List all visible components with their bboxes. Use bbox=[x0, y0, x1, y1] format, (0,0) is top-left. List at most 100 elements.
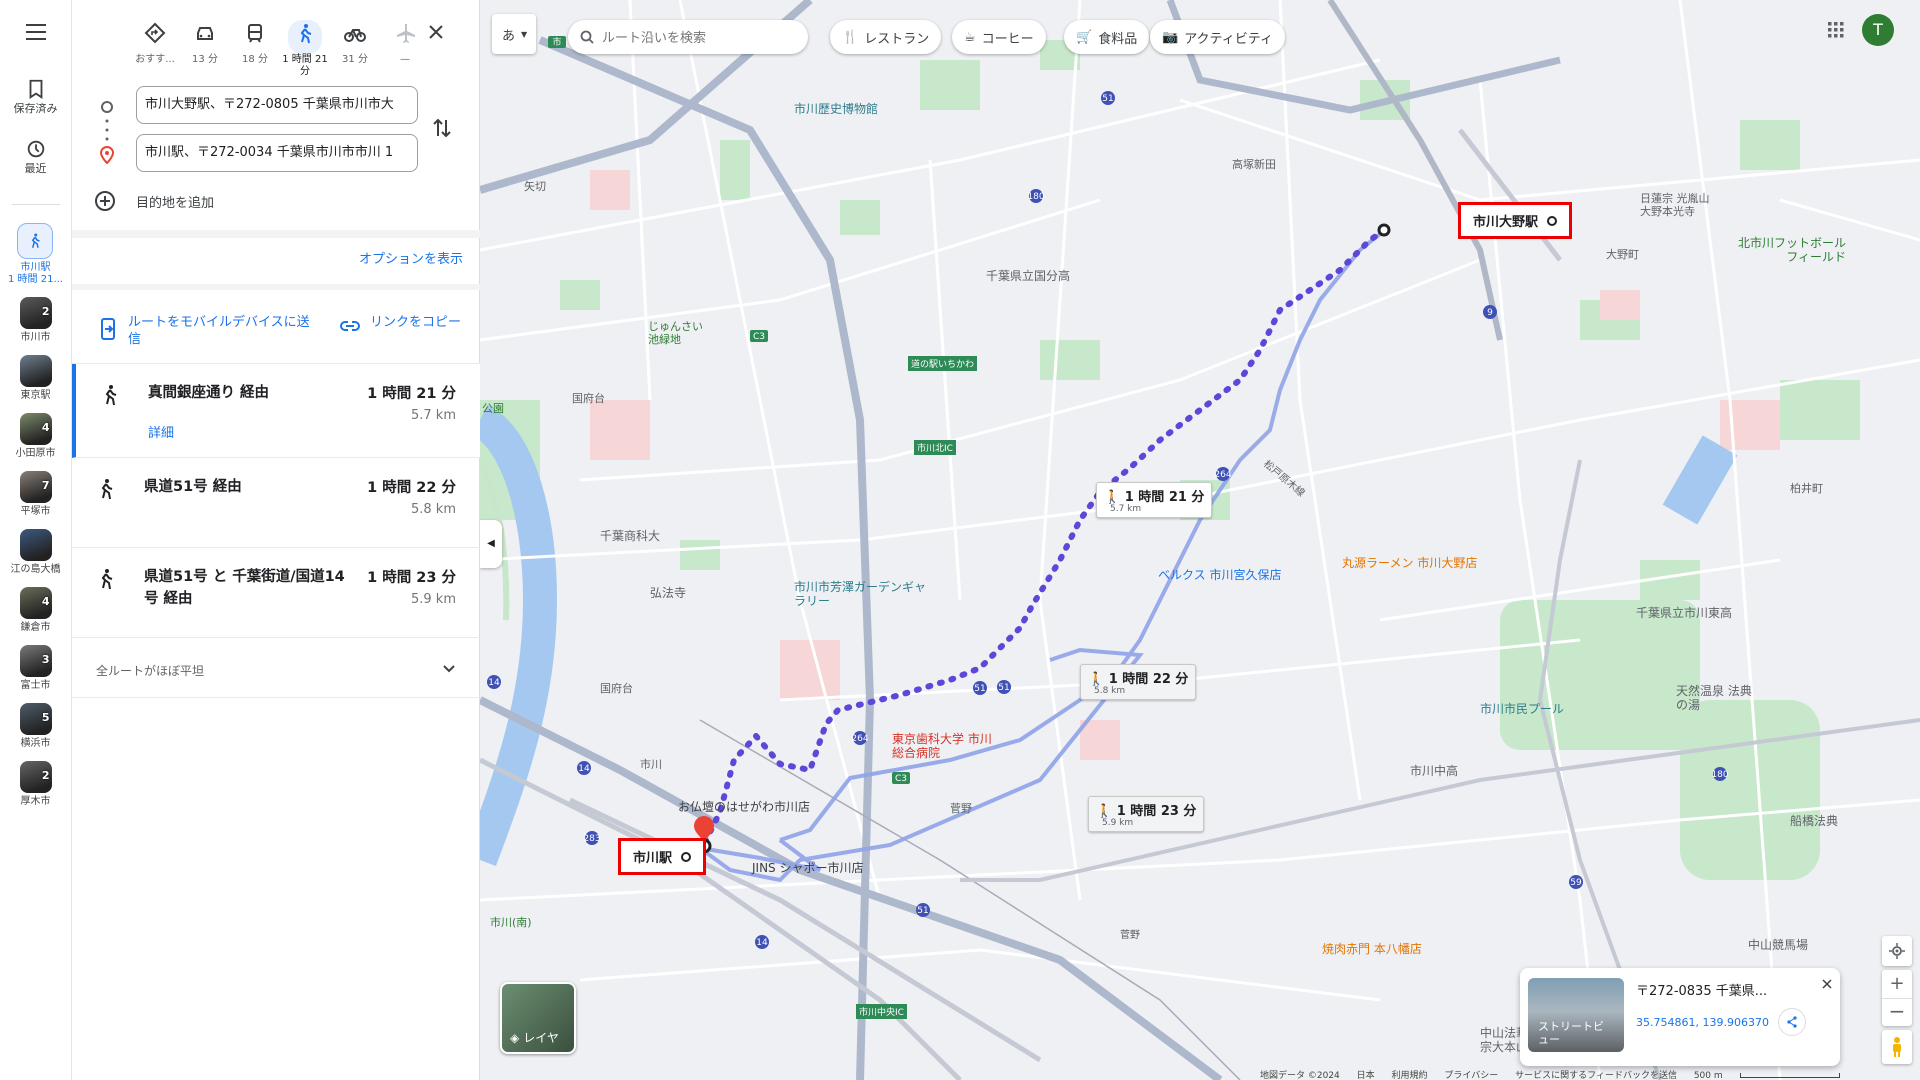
recent-place-item[interactable]: 2 市川市 bbox=[11, 297, 61, 344]
recent-button[interactable]: 最近 bbox=[25, 138, 47, 176]
zoom-in-button[interactable]: + bbox=[1882, 970, 1912, 998]
scale-bar bbox=[1739, 1073, 1840, 1078]
route-badge-3[interactable]: 🚶 1 時間 23 分 5.9 km bbox=[1088, 796, 1205, 832]
layers-button[interactable]: ◈ レイヤ bbox=[500, 982, 576, 1054]
mode-car[interactable]: 13 分 bbox=[180, 20, 230, 66]
origin-input[interactable]: 市川大野駅、〒272-0805 千葉県市川市大 bbox=[136, 86, 418, 124]
route-badge-time: 1 時間 21 分 bbox=[1124, 490, 1205, 505]
street-view-thumb[interactable]: ストリートビュー bbox=[1528, 978, 1624, 1052]
route-badge-1[interactable]: 🚶 1 時間 21 分 5.7 km bbox=[1096, 482, 1213, 518]
recent-place-item[interactable]: 4 小田原市 bbox=[11, 413, 61, 460]
svg-text:180: 180 bbox=[1711, 770, 1728, 780]
map-label[interactable]: 千葉県立市川東高 bbox=[1636, 604, 1732, 621]
route-distance: 5.9 km bbox=[411, 592, 456, 607]
recent-place-item[interactable]: 2 厚木市 bbox=[11, 761, 61, 808]
route-distance: 5.8 km bbox=[411, 502, 456, 517]
avatar[interactable]: T bbox=[1862, 14, 1894, 46]
apps-grid-button[interactable] bbox=[1828, 22, 1844, 42]
route-option[interactable]: 県道51号 と 千葉街道/国道14号 経由 1 時間 23 分 5.9 km bbox=[72, 548, 480, 638]
card-title[interactable]: 〒272-0835 千葉県... bbox=[1636, 980, 1767, 999]
pegman-button[interactable] bbox=[1882, 1030, 1912, 1064]
route-search-box[interactable] bbox=[568, 20, 808, 54]
card-close-button[interactable] bbox=[1822, 974, 1832, 993]
footer-scale[interactable]: 500 m bbox=[1694, 1071, 1723, 1080]
map-label[interactable]: 天然温泉 法典の湯 bbox=[1676, 684, 1756, 712]
map-label[interactable]: 北市川フットボールフィールド bbox=[1736, 236, 1846, 264]
footer-terms[interactable]: 利用規約 bbox=[1392, 1071, 1428, 1080]
send-to-device-link[interactable]: ルートをモバイルデバイスに送信 bbox=[128, 314, 318, 348]
mode-transit[interactable]: 18 分 bbox=[230, 20, 280, 66]
show-options-link[interactable]: オプションを表示 bbox=[359, 248, 463, 267]
map-label[interactable]: お仏壇のはせがわ市川店 bbox=[678, 798, 810, 815]
walk-icon bbox=[101, 569, 113, 590]
recent-place-label: 富士市 bbox=[20, 680, 51, 691]
recent-place-item[interactable]: 3 富士市 bbox=[11, 645, 61, 692]
footer-region[interactable]: 日本 bbox=[1357, 1071, 1375, 1080]
send-to-phone-icon bbox=[101, 318, 115, 340]
flat-route-note[interactable]: 全ルートがほぼ平坦 bbox=[72, 638, 480, 698]
copy-link[interactable]: リンクをコピー bbox=[370, 314, 466, 331]
map-label[interactable]: 公園 bbox=[482, 400, 504, 416]
route-time: 1 時間 21 分 bbox=[367, 386, 456, 402]
zoom-out-button[interactable]: − bbox=[1882, 998, 1912, 1026]
flight-icon bbox=[388, 20, 422, 54]
recent-place-thumbnail bbox=[19, 529, 52, 561]
map-label[interactable]: 千葉商科大 bbox=[600, 527, 660, 544]
saved-label: 保存済み bbox=[13, 102, 58, 115]
recent-place-item[interactable]: 5 横浜市 bbox=[11, 703, 61, 750]
recent-place-item[interactable]: 江の島大橋 bbox=[11, 529, 61, 576]
map-label[interactable]: 市川市芳澤ガーデンギャラリー bbox=[794, 580, 934, 608]
map-label[interactable]: じゅんさい池緑地 bbox=[648, 320, 708, 346]
map-label[interactable]: ベルクス 市川宮久保店 bbox=[1158, 566, 1281, 583]
saved-button[interactable]: 保存済み bbox=[14, 78, 58, 116]
active-trip[interactable]: 市川駅 1 時間 21... bbox=[8, 223, 63, 286]
recent-place-item[interactable]: 4 鎌倉市 bbox=[11, 587, 61, 634]
mode-bike[interactable]: 31 分 bbox=[330, 20, 380, 66]
map-label[interactable]: 市川歴史博物館 bbox=[794, 100, 878, 117]
route-option[interactable]: 県道51号 経由 1 時間 22 分 5.8 km bbox=[72, 458, 480, 548]
route-search-input[interactable] bbox=[602, 29, 792, 45]
map-canvas[interactable]: 51 180 9 51 180 59 51 283 14 14 264 264 … bbox=[480, 0, 1920, 1080]
chip-grocery[interactable]: 🛒 食料品 bbox=[1064, 20, 1150, 54]
swap-icon[interactable] bbox=[432, 116, 452, 140]
mode-best[interactable]: おすす... bbox=[130, 20, 180, 66]
map-label[interactable]: JINS シャポー市川店 bbox=[752, 859, 864, 876]
chip-restaurant[interactable]: 🍴 レストラン bbox=[830, 20, 942, 54]
map-label[interactable]: 市川(南) bbox=[490, 916, 540, 929]
end-station-label[interactable]: 市川駅 bbox=[618, 838, 706, 875]
add-destination-button[interactable]: 目的地を追加 bbox=[94, 190, 214, 212]
map-label[interactable]: 中山競馬場 bbox=[1748, 936, 1808, 953]
share-button[interactable] bbox=[1778, 1008, 1806, 1036]
route-option[interactable]: 真間銀座通り 経由 1 時間 21 分 5.7 km 詳細 bbox=[72, 364, 480, 458]
route-details-link[interactable]: 詳細 bbox=[148, 422, 174, 441]
ime-toggle[interactable]: あ ▼ bbox=[492, 14, 536, 54]
start-station-label[interactable]: 市川大野駅 bbox=[1458, 202, 1572, 239]
mode-label: — bbox=[400, 54, 410, 65]
map-label: 高塚新田 bbox=[1232, 158, 1276, 171]
map-label[interactable]: 市川中高 bbox=[1410, 762, 1458, 779]
recent-place-item[interactable]: 東京駅 bbox=[11, 355, 61, 402]
mode-flight[interactable]: — bbox=[380, 20, 430, 66]
map-label[interactable]: 市川市民プール bbox=[1480, 700, 1564, 717]
map-label[interactable]: 日蓮宗 光胤山 大野本光寺 bbox=[1640, 192, 1720, 218]
card-coords[interactable]: 35.754861, 139.906370 bbox=[1636, 1016, 1769, 1029]
footer-feedback[interactable]: サービスに関するフィードバックを送信 bbox=[1515, 1071, 1677, 1080]
ime-label: あ bbox=[502, 28, 516, 44]
footer-privacy[interactable]: プライバシー bbox=[1444, 1071, 1498, 1080]
collapse-panel-button[interactable]: ◀ bbox=[480, 520, 502, 568]
recent-place-item[interactable]: 7 平塚市 bbox=[11, 471, 61, 518]
chip-activity[interactable]: 📷 アクティビティ bbox=[1150, 20, 1285, 54]
menu-button[interactable] bbox=[25, 24, 46, 44]
chip-coffee[interactable]: ☕ コーヒー bbox=[952, 20, 1046, 54]
map-label[interactable]: 東京歯科大学 市川総合病院 bbox=[892, 732, 992, 760]
map-label[interactable]: 丸源ラーメン 市川大野店 bbox=[1342, 554, 1477, 571]
map-label[interactable]: 千葉県立国分高 bbox=[986, 267, 1070, 284]
mode-walk[interactable]: 1 時間 21 分 bbox=[280, 20, 330, 78]
route-badge-2[interactable]: 🚶 1 時間 22 分 5.8 km bbox=[1080, 664, 1197, 700]
destination-input[interactable]: 市川駅、〒272-0034 千葉県市川市市川 1 bbox=[136, 134, 418, 172]
map-label[interactable]: 弘法寺 bbox=[650, 584, 686, 601]
my-location-button[interactable] bbox=[1882, 936, 1912, 966]
map-label[interactable]: 道の駅いちかわ bbox=[908, 356, 978, 371]
close-directions-button[interactable] bbox=[424, 20, 448, 44]
map-label[interactable]: 焼肉赤門 本八幡店 bbox=[1322, 940, 1422, 957]
